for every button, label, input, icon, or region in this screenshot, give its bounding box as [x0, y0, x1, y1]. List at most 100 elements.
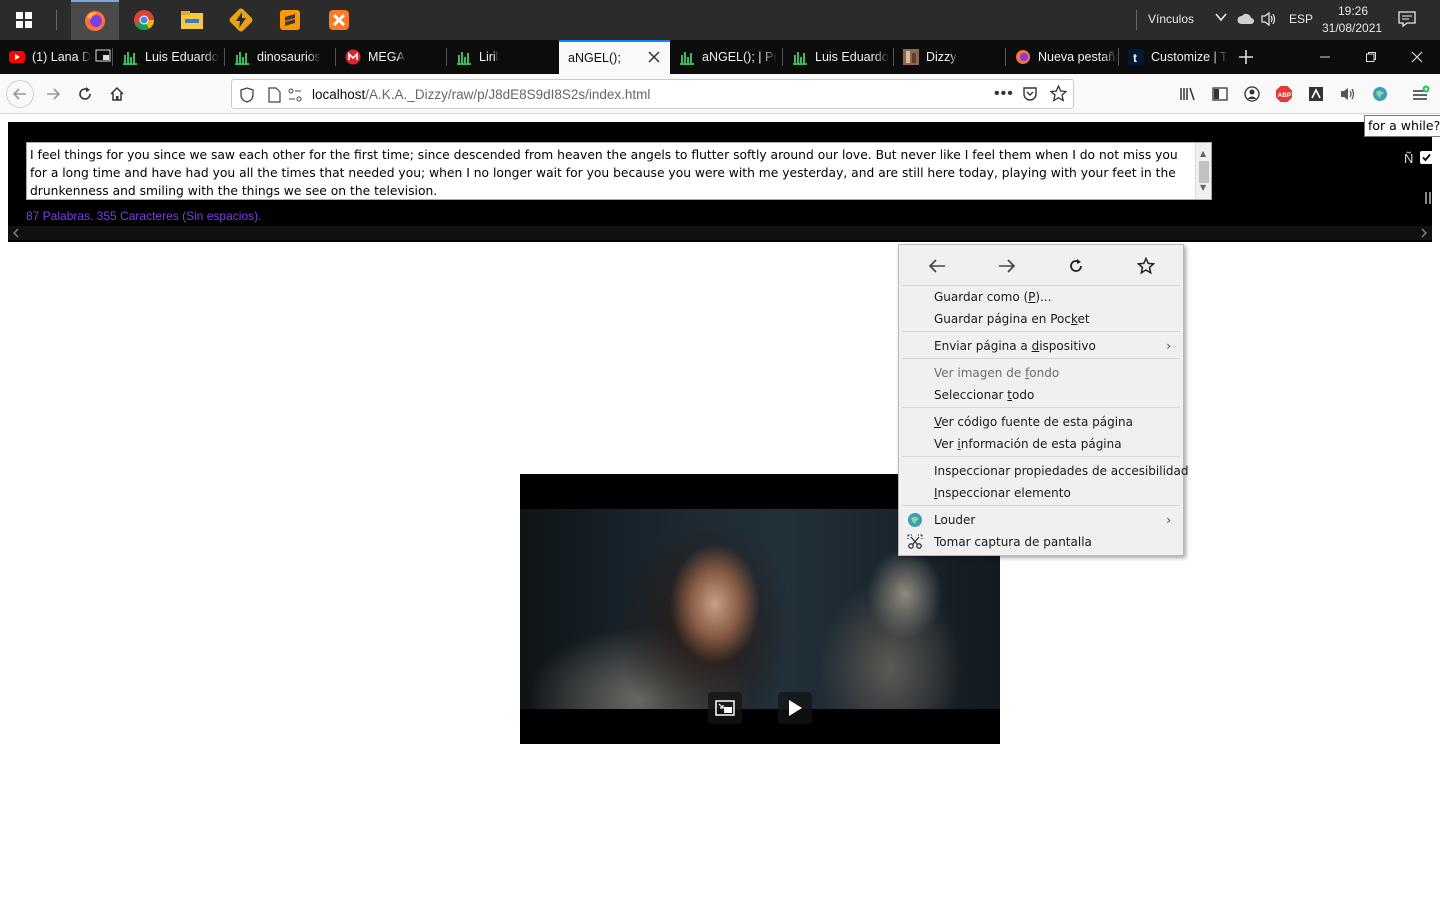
poem-text: I feel things for you since we saw each …	[30, 148, 1178, 198]
bookmark-star-icon[interactable]	[1049, 84, 1068, 105]
url-text[interactable]: localhost/A.K.A._Dizzy/raw/p/J8dE8S9dI8S…	[312, 87, 650, 102]
menu-item-louder[interactable]: Louder ›	[901, 509, 1181, 531]
input-language[interactable]: ESP	[1289, 12, 1313, 26]
new-tab-plus-icon[interactable]	[1236, 47, 1256, 70]
play-button[interactable]	[778, 692, 812, 724]
option-checkbox[interactable]	[1420, 151, 1433, 164]
tab-customize[interactable]: t Customize | T	[1119, 40, 1229, 74]
pocket-icon[interactable]	[1022, 86, 1038, 105]
tab-label: MEGA	[368, 50, 405, 64]
menu-item-send-to-device[interactable]: Enviar página a dispositivo ›	[901, 335, 1181, 357]
hamburger-menu-icon[interactable]	[1406, 80, 1434, 108]
ctx-forward-button[interactable]	[995, 256, 1019, 276]
onedrive-cloud-icon[interactable]	[1237, 12, 1255, 29]
tab-nueva-pestana[interactable]: Nueva pestaña	[1006, 40, 1118, 74]
windows-start-icon[interactable]	[0, 0, 48, 40]
extension-puzzle-icon[interactable]	[1302, 80, 1330, 108]
chart-icon	[679, 49, 695, 65]
menu-label: odo	[1012, 388, 1035, 402]
word-count-label: 87 Palabras. 355 Caracteres (Sin espacio…	[26, 209, 262, 223]
reload-button[interactable]	[71, 80, 99, 108]
scroll-down-icon[interactable]: ▼	[1200, 179, 1206, 197]
louder-icon	[907, 512, 923, 528]
menu-item-inspect-accessibility[interactable]: Inspeccionar propiedades de accesibilida…	[901, 460, 1189, 482]
sublime-text-taskbar-icon[interactable]	[266, 0, 314, 40]
tooltip: for a while?	[1364, 115, 1440, 137]
tab-mega[interactable]: MEGA	[336, 40, 446, 74]
ctx-bookmark-button[interactable]	[1134, 256, 1158, 276]
menu-item-save-as[interactable]: Guardar como (P)...	[901, 286, 1181, 308]
menu-label: Louder	[934, 513, 976, 527]
tab-label: Luis Eduardo	[815, 50, 889, 64]
firefox-icon	[1015, 49, 1031, 65]
menu-item-view-source[interactable]: Ver código fuente de esta página	[901, 411, 1181, 433]
tab-label: aNGEL();	[568, 51, 621, 65]
picture-in-picture-icon	[715, 700, 735, 716]
library-icon[interactable]	[1174, 80, 1202, 108]
ctx-back-button[interactable]	[925, 256, 949, 276]
enye-toggle[interactable]: Ñ	[1404, 151, 1413, 166]
sidebar-icon[interactable]	[1206, 80, 1234, 108]
picture-in-picture-button[interactable]	[708, 692, 742, 724]
notifications-icon[interactable]	[1398, 11, 1416, 30]
menu-item-screenshot[interactable]: Tomar captura de pantalla	[901, 531, 1181, 553]
url-bar[interactable]: localhost/A.K.A._Dizzy/raw/p/J8dE8S9dI8S…	[231, 79, 1074, 109]
firefox-taskbar-icon[interactable]	[71, 0, 119, 40]
menu-item-inspect-element[interactable]: Inspeccionar elemento	[901, 482, 1181, 504]
url-host: localhost	[312, 87, 366, 102]
lightning-app-taskbar-icon[interactable]	[217, 0, 265, 40]
chevron-right-icon: ›	[1166, 339, 1171, 353]
scroll-right-icon[interactable]	[1420, 227, 1428, 242]
vinculos-toolbar[interactable]: Vínculos	[1148, 12, 1194, 26]
forward-button[interactable]	[39, 80, 67, 108]
tab-angel-pr[interactable]: aNGEL(); | Pr	[670, 40, 782, 74]
shield-icon[interactable]	[240, 87, 254, 106]
pause-icon[interactable]	[1424, 192, 1432, 207]
clock-date[interactable]: 31/08/2021	[1322, 21, 1382, 35]
tab-liril[interactable]: Liril	[447, 40, 559, 74]
tab-label: (1) Lana D	[32, 50, 92, 64]
adblock-plus-icon[interactable]: ABP	[1270, 80, 1298, 108]
back-button[interactable]	[6, 80, 34, 108]
menu-item-page-info[interactable]: Ver información de esta página	[901, 433, 1181, 455]
page-info-icon[interactable]	[268, 87, 281, 106]
tab-angel-selected[interactable]: aNGEL();	[559, 40, 670, 74]
bookmark-star-icon	[1137, 257, 1155, 275]
chevron-right-icon: ›	[1166, 513, 1171, 527]
close-window-button[interactable]	[1394, 40, 1440, 74]
ctx-reload-button[interactable]	[1064, 256, 1088, 276]
page-actions-icon[interactable]: •••	[994, 85, 1014, 103]
horizontal-scrollbar[interactable]	[8, 226, 1432, 240]
poem-textarea[interactable]: I feel things for you since we saw each …	[26, 142, 1212, 200]
home-icon	[110, 86, 124, 101]
tab-dizzy[interactable]: Dizzy	[894, 40, 1005, 74]
chevron-down-icon[interactable]	[1214, 10, 1228, 27]
tab-youtube[interactable]: (1) Lana D	[0, 40, 112, 74]
menu-label: Ver imagen de	[934, 366, 1026, 380]
scroll-left-icon[interactable]	[12, 227, 20, 242]
textarea-scrollbar[interactable]: ▲ ▼	[1195, 143, 1211, 199]
clock-time[interactable]: 19:26	[1338, 4, 1368, 18]
tab-dinosaurios[interactable]: dinosaurios	[225, 40, 335, 74]
chart-icon	[122, 49, 138, 65]
minimize-button[interactable]	[1302, 40, 1348, 74]
account-icon[interactable]	[1238, 80, 1266, 108]
volume-icon[interactable]	[1260, 11, 1278, 30]
file-explorer-taskbar-icon[interactable]	[168, 0, 216, 40]
chrome-taskbar-icon[interactable]	[120, 0, 168, 40]
louder-extension-icon[interactable]	[1366, 80, 1394, 108]
xampp-taskbar-icon[interactable]	[315, 0, 363, 40]
tab-close-icon[interactable]	[648, 51, 660, 66]
home-button[interactable]	[103, 80, 131, 108]
picture-in-picture-icon[interactable]	[95, 49, 111, 65]
permissions-icon[interactable]	[288, 88, 302, 105]
tab-luis-eduardo[interactable]: Luis Eduardo	[113, 40, 224, 74]
tab-luis-eduardo-2[interactable]: Luis Eduardo	[783, 40, 893, 74]
url-path: /A.K.A._Dizzy/raw/p/J8dE8S9dI8S2s/index.…	[365, 87, 651, 102]
maximize-button[interactable]	[1348, 40, 1394, 74]
browser-tab-strip: (1) Lana D Luis Eduardo dinosaurios MEGA…	[0, 40, 1440, 74]
menu-item-select-all[interactable]: Seleccionar todo	[901, 384, 1181, 406]
menu-label: er código fuente de esta página	[941, 415, 1133, 429]
menu-item-save-to-pocket[interactable]: Guardar página en Pocket	[901, 308, 1181, 330]
speaker-extension-icon[interactable]	[1334, 80, 1362, 108]
